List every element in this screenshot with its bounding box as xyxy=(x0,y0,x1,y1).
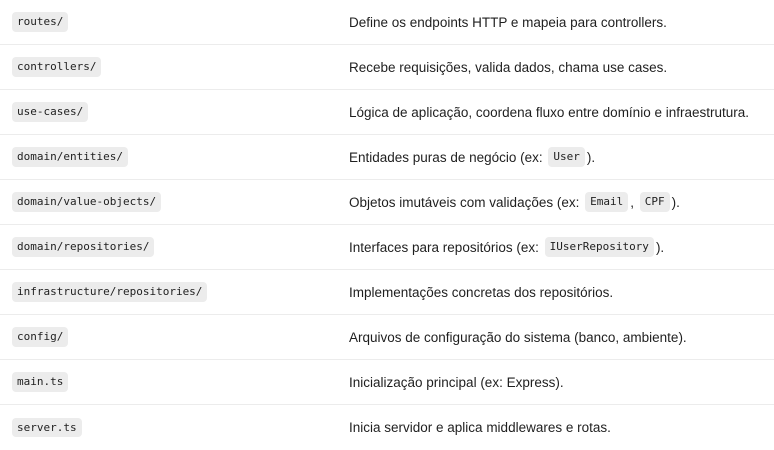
path-cell: domain/value-objects/ xyxy=(12,180,162,224)
table-row: domain/value-objects/Objetos imutáveis c… xyxy=(0,180,774,225)
description-text: Interfaces para repositórios (ex: xyxy=(349,239,543,255)
table-row: domain/repositories/Interfaces para repo… xyxy=(0,225,774,270)
description-cell: Implementações concretas dos repositório… xyxy=(349,270,613,314)
table-row: config/Arquivos de configuração do siste… xyxy=(0,315,774,360)
inline-code: IUserRepository xyxy=(544,237,654,257)
path-cell: config/ xyxy=(12,315,69,359)
description-cell: Interfaces para repositórios (ex: IUserR… xyxy=(349,225,664,269)
description-cell: Objetos imutáveis com validações (ex: Em… xyxy=(349,180,680,224)
description-cell: Arquivos de configuração do sistema (ban… xyxy=(349,315,687,359)
description-text: Define os endpoints HTTP e mapeia para c… xyxy=(349,14,667,30)
description-cell: Inicia servidor e aplica middlewares e r… xyxy=(349,405,611,450)
description-text: ). xyxy=(655,239,665,255)
path-code: domain/repositories/ xyxy=(12,237,155,257)
inline-code: CPF xyxy=(639,192,670,212)
description-text: Inicia servidor e aplica middlewares e r… xyxy=(349,420,611,435)
description-text: Lógica de aplicação, coordena fluxo entr… xyxy=(349,104,749,120)
table-row: use-cases/Lógica de aplicação, coordena … xyxy=(0,90,774,135)
path-code: routes/ xyxy=(12,12,69,32)
table-row: main.ts Inicialização principal (ex: Expr… xyxy=(0,360,774,405)
path-code: use-cases/ xyxy=(12,102,89,122)
description-text: , xyxy=(630,194,638,210)
description-text: ). xyxy=(671,194,680,210)
table-row: server.ts Inicia servidor e aplica middle… xyxy=(0,405,774,450)
description-cell: Entidades puras de negócio (ex: User). xyxy=(349,135,595,179)
description-text: Recebe requisições, valida dados, chama … xyxy=(349,59,668,75)
path-cell: controllers/ xyxy=(12,45,102,89)
path-code: server.ts xyxy=(12,417,82,438)
description-text: ). xyxy=(586,149,596,165)
path-code: infrastructure/repositories/ xyxy=(12,282,208,302)
path-code: domain/value-objects/ xyxy=(12,192,162,212)
inline-code: User xyxy=(548,147,585,167)
description-text: Arquivos de configuração do sistema (ban… xyxy=(349,329,687,345)
path-cell: main.ts xyxy=(12,360,69,404)
table-row: domain/entities/Entidades puras de negóc… xyxy=(0,135,774,180)
path-cell: infrastructure/repositories/ xyxy=(12,270,208,314)
description-cell: Inicialização principal (ex: Express). xyxy=(349,360,564,404)
table-row: infrastructure/repositories/Implementaçõ… xyxy=(0,270,774,315)
inline-code: Email xyxy=(585,192,629,212)
path-code: controllers/ xyxy=(12,57,102,77)
path-code: config/ xyxy=(12,327,69,347)
path-cell: routes/ xyxy=(12,0,69,44)
description-text: Implementações concretas dos repositório… xyxy=(349,284,614,300)
path-cell: domain/repositories/ xyxy=(12,225,155,269)
path-cell: use-cases/ xyxy=(12,90,89,134)
description-text: Objetos imutáveis com validações (ex: xyxy=(349,194,584,210)
table-row: routes/Define os endpoints HTTP e mapeia… xyxy=(0,0,774,45)
table-row: controllers/Recebe requisições, valida d… xyxy=(0,45,774,90)
path-code: domain/entities/ xyxy=(12,147,128,167)
path-cell: domain/entities/ xyxy=(12,135,128,179)
description-cell: Lógica de aplicação, coordena fluxo entr… xyxy=(349,90,749,134)
description-cell: Recebe requisições, valida dados, chama … xyxy=(349,45,667,89)
description-text: Inicialização principal (ex: Express). xyxy=(349,374,564,390)
path-cell: server.ts xyxy=(12,405,82,450)
folder-structure-table: routes/Define os endpoints HTTP e mapeia… xyxy=(0,0,774,447)
description-cell: Define os endpoints HTTP e mapeia para c… xyxy=(349,0,667,44)
description-text: Entidades puras de negócio (ex: xyxy=(349,149,547,165)
path-code: main.ts xyxy=(12,372,69,392)
